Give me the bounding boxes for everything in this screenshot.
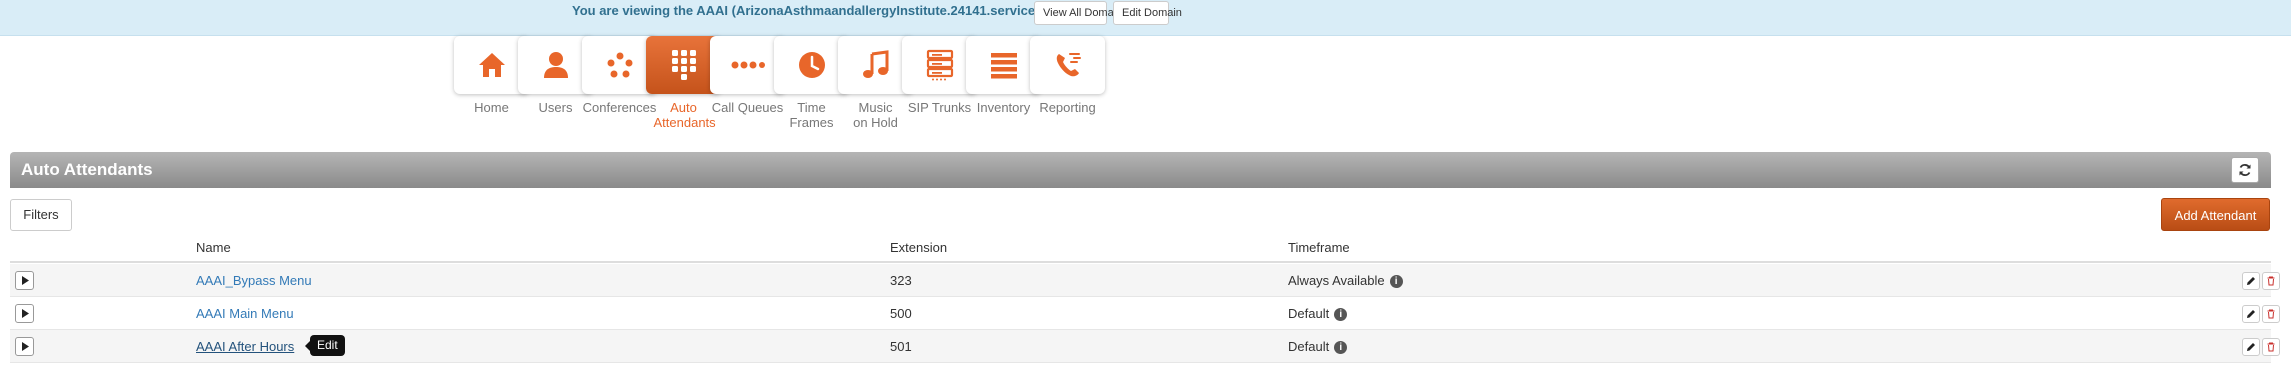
table-header-divider bbox=[10, 261, 2271, 263]
conference-icon bbox=[607, 52, 632, 78]
view-all-domains-button[interactable]: View All Domains bbox=[1034, 1, 1128, 25]
server-icon bbox=[926, 49, 953, 81]
attendant-name-link[interactable]: AAAI After Hours bbox=[196, 339, 294, 354]
play-icon bbox=[21, 342, 29, 351]
pencil-icon bbox=[2247, 343, 2255, 351]
add-attendant-button[interactable]: Add Attendant bbox=[2161, 198, 2270, 231]
page-title: Auto Attendants bbox=[21, 160, 153, 179]
table-row: AAAI Main Menu 500 Default i bbox=[10, 297, 2280, 330]
extension-cell: 323 bbox=[890, 273, 912, 288]
refresh-icon bbox=[2239, 164, 2251, 176]
pencil-icon bbox=[2247, 277, 2255, 285]
extension-cell: 501 bbox=[890, 339, 912, 354]
timeframe-cell: Default i bbox=[1288, 306, 1348, 321]
phone-reporting-icon bbox=[1056, 53, 1081, 77]
trash-icon bbox=[2267, 309, 2275, 319]
filters-button[interactable]: Filters bbox=[10, 199, 72, 231]
play-button[interactable] bbox=[15, 304, 34, 323]
table-row: AAAI After Hours Edit 501 Default i bbox=[10, 330, 2280, 363]
delete-button[interactable] bbox=[2262, 272, 2280, 290]
edit-button[interactable] bbox=[2242, 338, 2260, 356]
music-note-icon bbox=[862, 50, 888, 78]
extension-cell: 500 bbox=[890, 306, 912, 321]
edit-button[interactable] bbox=[2242, 272, 2260, 290]
column-header-extension[interactable]: Extension bbox=[890, 240, 947, 255]
nav-reporting[interactable]: Reporting bbox=[1030, 36, 1105, 115]
nav-auto-attendants-label: Auto Attendants bbox=[653, 100, 716, 130]
play-button[interactable] bbox=[15, 271, 34, 290]
timeframe-cell: Always Available i bbox=[1288, 273, 1403, 288]
trash-icon bbox=[2267, 276, 2275, 286]
play-button[interactable] bbox=[15, 337, 34, 356]
timeframe-value: Always Available bbox=[1288, 273, 1385, 288]
nav-reporting-label: Reporting bbox=[1039, 100, 1096, 115]
timeframe-value: Default bbox=[1288, 306, 1330, 321]
column-header-timeframe[interactable]: Timeframe bbox=[1288, 240, 1350, 255]
edit-button[interactable] bbox=[2242, 305, 2260, 323]
panel-header: Auto Attendants bbox=[10, 152, 2271, 188]
home-icon bbox=[478, 53, 505, 77]
queue-dots-icon bbox=[731, 61, 765, 69]
delete-button[interactable] bbox=[2262, 305, 2280, 323]
info-icon[interactable]: i bbox=[1334, 341, 1348, 354]
timeframe-value: Default bbox=[1288, 339, 1330, 354]
attendant-name-link[interactable]: AAAI Main Menu bbox=[196, 306, 294, 321]
domain-message: You are viewing the AAAI (ArizonaAsthmaa… bbox=[572, 3, 1093, 18]
play-icon bbox=[21, 276, 29, 285]
list-icon bbox=[990, 53, 1017, 79]
table-row: AAAI_Bypass Menu 323 Always Available i bbox=[10, 264, 2280, 297]
timeframe-cell: Default i bbox=[1288, 339, 1348, 354]
info-icon[interactable]: i bbox=[1389, 275, 1403, 288]
pencil-icon bbox=[2247, 310, 2255, 318]
info-icon[interactable]: i bbox=[1334, 308, 1348, 321]
row-divider bbox=[10, 362, 2271, 363]
edit-domain-button[interactable]: Edit Domain bbox=[1113, 1, 1182, 25]
clock-icon bbox=[798, 52, 825, 78]
user-icon bbox=[543, 52, 568, 78]
play-icon bbox=[21, 309, 29, 318]
edit-tooltip: Edit bbox=[305, 335, 345, 356]
refresh-button[interactable] bbox=[2231, 157, 2259, 183]
trash-icon bbox=[2267, 342, 2275, 352]
column-header-name[interactable]: Name bbox=[196, 240, 231, 255]
attendant-name-link[interactable]: AAAI_Bypass Menu bbox=[196, 273, 312, 288]
domain-banner: You are viewing the AAAI (ArizonaAsthmaa… bbox=[0, 0, 2291, 36]
keypad-icon bbox=[671, 50, 696, 80]
delete-button[interactable] bbox=[2262, 338, 2280, 356]
nav-music-on-hold-label: Music on Hold bbox=[853, 100, 898, 130]
